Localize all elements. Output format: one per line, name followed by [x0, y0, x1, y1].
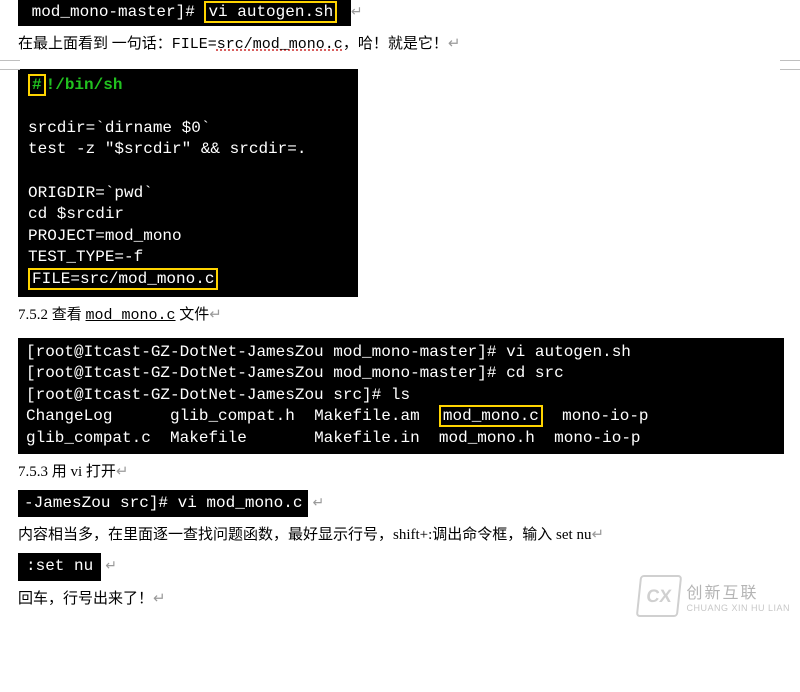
highlighted-file-modmono: mod_mono.c	[439, 405, 543, 427]
paragraph-setnu-instruction: 内容相当多，在里面逐一查找问题函数，最好显示行号，shift+:调出命令框，输入…	[18, 523, 782, 547]
autogen-script-block: #!/bin/sh srcdir=`dirname $0` test -z "$…	[18, 69, 358, 297]
highlighted-cmd: vi autogen.sh	[204, 1, 337, 23]
terminal-line-vi-open: -JamesZou src]# vi mod_mono.c↵	[18, 490, 782, 518]
watermark-text-en: CHUANG XIN HU LIAN	[686, 603, 790, 613]
watermark-logo-icon: CX	[636, 575, 682, 617]
ls-output-block: [root@Itcast-GZ-DotNet-JamesZou mod_mono…	[18, 338, 784, 454]
heading-753: 7.5.3 用 vi 打开↵	[18, 460, 782, 484]
page-margin-marker-right	[780, 60, 800, 70]
terminal-line-top: mod_mono-master]# vi autogen.sh ↵	[18, 0, 782, 26]
heading-752: 7.5.2 查看 mod_mono.c 文件↵	[18, 303, 782, 328]
paragraph-intro: 在最上面看到 一句话：FILE=src/mod_mono.c，哈！就是它！↵	[18, 32, 782, 57]
ls-row-2: glib_compat.c Makefile Makefile.in mod_m…	[26, 429, 641, 447]
watermark-text-cn: 创新互联	[686, 579, 790, 603]
return-mark: ↵	[351, 3, 363, 19]
highlighted-file-line: FILE=src/mod_mono.c	[28, 268, 218, 290]
page-margin-marker-left	[0, 60, 20, 70]
watermark: CX 创新互联 CHUANG XIN HU LIAN	[638, 575, 790, 617]
prompt-prefix: mod_mono-master]#	[22, 3, 204, 21]
shebang-hash: #	[28, 74, 46, 96]
ls-row-1: ChangeLog glib_compat.h Makefile.am mod_…	[26, 405, 649, 427]
